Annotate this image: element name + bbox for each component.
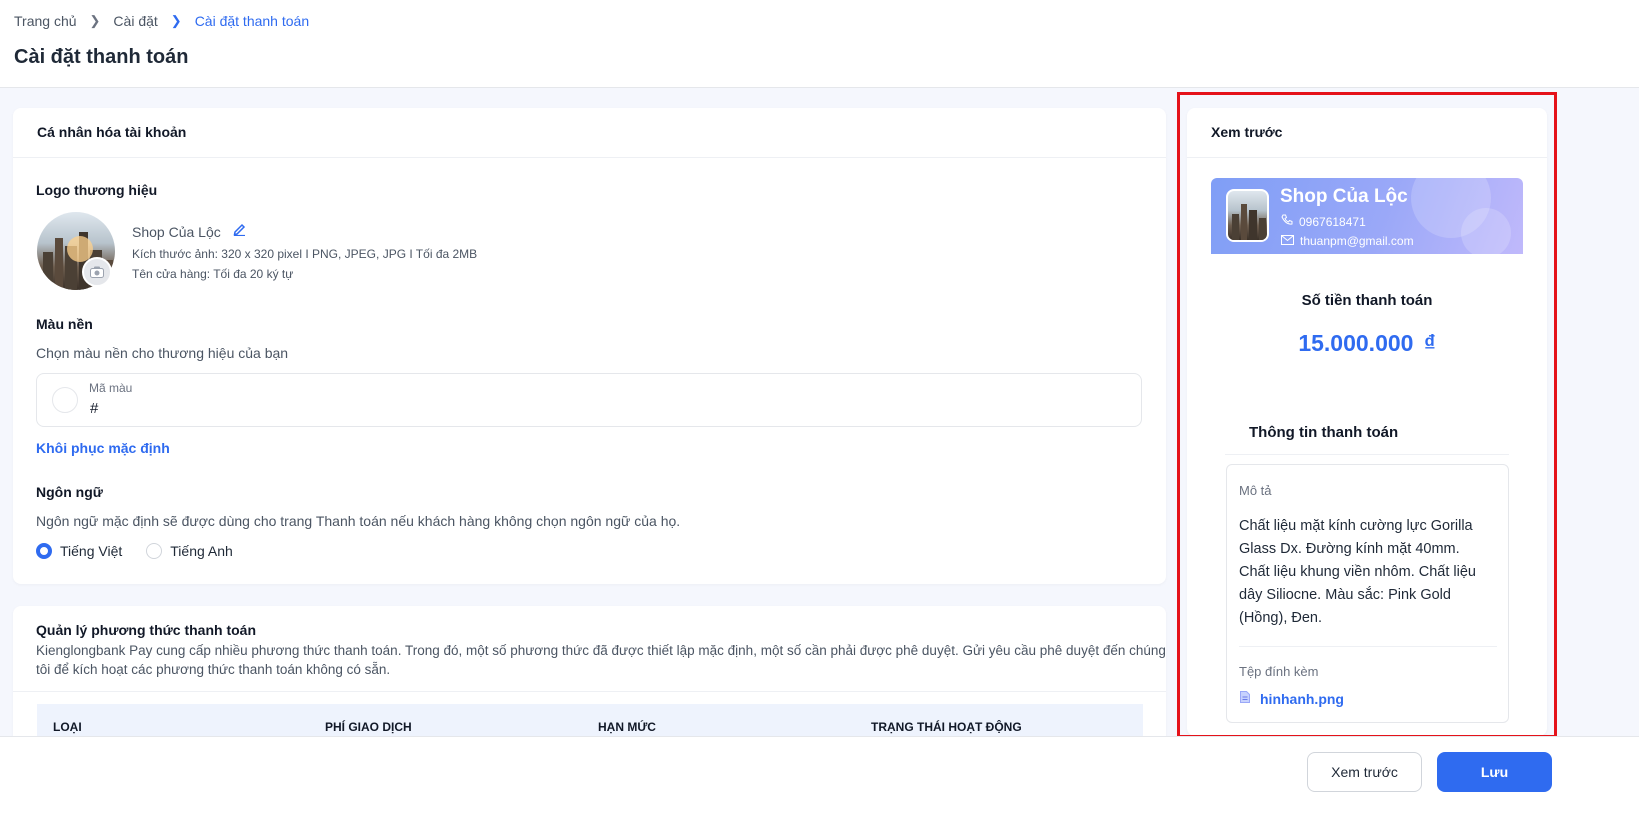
save-button[interactable]: Lưu — [1437, 752, 1552, 792]
language-desc: Ngôn ngữ mặc định sẽ được dùng cho trang… — [36, 513, 681, 529]
bg-color-label: Màu nền — [36, 316, 93, 332]
divider — [1239, 646, 1497, 647]
reset-default-link[interactable]: Khôi phục mặc định — [36, 440, 170, 456]
chevron-right-icon: ❯ — [89, 13, 101, 28]
preview-shop-name: Shop Của Lộc — [1280, 186, 1408, 207]
preview-shop-banner: Shop Của Lộc 0967618471 thuanpm@gmail.co… — [1211, 178, 1523, 254]
desc-line: (Hồng), Đen. — [1239, 610, 1323, 626]
col-status: TRẠNG THÁI HOẠT ĐỘNG — [871, 720, 1022, 734]
breadcrumb-current: Cài đặt thanh toán — [194, 13, 310, 29]
amount-label: Số tiền thanh toán — [1301, 292, 1433, 309]
chevron-right-icon: ❯ — [170, 13, 182, 28]
breadcrumb-settings[interactable]: Cài đặt — [113, 13, 157, 29]
radio-english[interactable] — [146, 543, 163, 559]
divider — [13, 691, 1166, 692]
payment-methods-card: Quản lý phương thức thanh toán Kienglong… — [13, 606, 1166, 746]
desc-label: Mô tả — [1239, 483, 1272, 498]
currency-symbol: ₫ — [1423, 330, 1436, 356]
attach-row[interactable]: hinhanh.png — [1240, 690, 1344, 708]
personalize-card: Cá nhân hóa tài khoản Logo thương hiệu S… — [13, 108, 1166, 584]
amount-value: 15.000.000 — [1298, 330, 1414, 356]
payment-info-title: Thông tin thanh toán — [1249, 424, 1399, 441]
bg-color-desc: Chọn màu nền cho thương hiệu của bạn — [36, 345, 289, 361]
amount-row: 15.000.000 ₫ — [1187, 330, 1547, 357]
language-label: Ngôn ngữ — [36, 484, 103, 500]
preview-phone-row: 0967618471 — [1281, 214, 1366, 229]
preview-card-title: Xem trước — [1187, 108, 1547, 158]
shop-name-text: Shop Của Lộc — [132, 223, 221, 240]
color-swatch[interactable] — [52, 387, 78, 413]
breadcrumb-home[interactable]: Trang chủ — [14, 13, 77, 29]
file-icon — [1240, 690, 1250, 708]
page-header: Trang chủ ❯ Cài đặt ❯ Cài đặt thanh toán… — [0, 0, 1639, 88]
breadcrumb: Trang chủ ❯ Cài đặt ❯ Cài đặt thanh toán — [14, 13, 309, 29]
logo-building — [55, 238, 63, 290]
image-spec-text: Kích thước ảnh: 320 x 320 pixel I PNG, J… — [132, 247, 478, 261]
footer-bar: Xem trước Lưu — [0, 736, 1639, 832]
payment-methods-title: Quản lý phương thức thanh toán — [36, 622, 256, 638]
col-fee: PHÍ GIAO DỊCH — [325, 720, 412, 734]
attach-label: Tệp đính kèm — [1239, 664, 1319, 679]
preview-phone: 0967618471 — [1299, 214, 1366, 229]
language-radio-group: Tiếng Việt Tiếng Anh — [36, 543, 233, 559]
preview-logo — [1226, 189, 1269, 242]
mail-icon — [1281, 234, 1294, 248]
color-field-value[interactable]: # — [90, 400, 98, 417]
radio-english-label[interactable]: Tiếng Anh — [170, 543, 233, 559]
desc-line: dây Siliocne. Màu sắc: Pink Gold — [1239, 587, 1451, 603]
radio-vietnamese[interactable] — [36, 543, 52, 559]
name-spec-text: Tên cửa hàng: Tối đa 20 ký tự — [132, 267, 294, 281]
page-title: Cài đặt thanh toán — [14, 46, 189, 68]
preview-email-row: thuanpm@gmail.com — [1281, 234, 1414, 248]
banner-decoration — [1461, 208, 1511, 254]
logo-building — [1259, 218, 1266, 240]
color-field-label: Mã màu — [89, 381, 133, 395]
col-type: LOẠI — [53, 720, 82, 734]
logo-building — [1232, 214, 1239, 240]
logo-building — [43, 252, 53, 290]
logo-building — [1241, 204, 1247, 240]
personalize-card-title: Cá nhân hóa tài khoản — [13, 108, 1166, 158]
desc-line: Chất liệu khung viền nhôm. Chất liệu — [1239, 564, 1476, 580]
divider — [1225, 454, 1509, 455]
logo-label: Logo thương hiệu — [36, 182, 158, 198]
radio-vietnamese-label[interactable]: Tiếng Việt — [60, 543, 122, 559]
desc-line: Glass Dx. Đường kính mặt 40mm. — [1239, 541, 1460, 557]
preview-button[interactable]: Xem trước — [1307, 752, 1422, 792]
color-code-field[interactable]: Mã màu # — [36, 373, 1142, 427]
desc-line: Chất liệu mặt kính cường lực Gorilla — [1239, 518, 1473, 534]
col-limit: HẠN MỨC — [598, 720, 656, 734]
preview-email: thuanpm@gmail.com — [1300, 234, 1414, 248]
phone-icon — [1281, 214, 1293, 229]
attach-file-link[interactable]: hinhanh.png — [1260, 691, 1344, 707]
camera-icon[interactable] — [82, 257, 112, 287]
preview-card: Xem trước Shop Của Lộc 0967618471 thuanp… — [1187, 108, 1547, 736]
payment-info-box: Mô tả Chất liệu mặt kính cường lực Goril… — [1226, 464, 1509, 723]
payment-methods-desc-2: tôi để kích hoạt các phương thức thanh t… — [36, 662, 391, 677]
desc-text: Chất liệu mặt kính cường lực Gorilla Gla… — [1239, 515, 1476, 630]
payment-methods-desc-1: Kienglongbank Pay cung cấp nhiều phương … — [36, 643, 1166, 658]
logo-building — [1249, 210, 1257, 240]
shop-name-row: Shop Của Lộc — [132, 222, 246, 241]
edit-pencil-icon[interactable] — [233, 222, 246, 241]
